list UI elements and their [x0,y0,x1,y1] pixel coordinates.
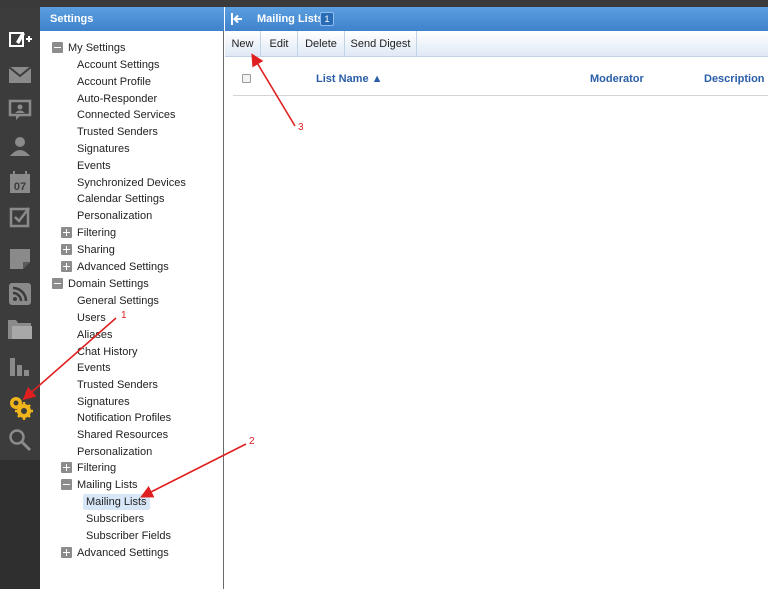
tree-item-subscribers[interactable]: Subscribers [86,511,144,527]
tree-item-signatures[interactable]: Signatures [77,141,130,157]
annotation-label-3: 3 [298,122,304,133]
rss-icon[interactable] [0,278,40,310]
main-header: Mailing Lists 1 [225,7,768,31]
tree-item-calendar-settings[interactable]: Calendar Settings [77,191,164,207]
column-header-list-name[interactable]: List Name ▲ [316,73,383,85]
tree-item-account-profile[interactable]: Account Profile [77,74,151,90]
annotation-label-1: 1 [121,310,127,321]
column-header-moderator[interactable]: Moderator [590,73,644,85]
tree-node-filtering[interactable]: Filtering [77,225,116,241]
tree-item-events[interactable]: Events [77,360,111,376]
compose-icon[interactable] [0,24,40,56]
tree-item-trusted-senders[interactable]: Trusted Senders [77,124,158,140]
tree-item-connected-services[interactable]: Connected Services [77,107,175,123]
collapse-icon[interactable] [52,278,63,289]
page-title: Mailing Lists [257,13,324,25]
collapse-icon[interactable] [61,479,72,490]
tree-item-account-settings[interactable]: Account Settings [77,57,160,73]
chat-icon[interactable] [0,94,40,126]
tree-item-chat-history[interactable]: Chat History [77,344,138,360]
tree-item-personalization[interactable]: Personalization [77,208,152,224]
expand-icon[interactable] [61,261,72,272]
tree-item-aliases[interactable]: Aliases [77,327,112,343]
settings-icon[interactable] [0,391,40,423]
tree-item-shared-resources[interactable]: Shared Resources [77,427,168,443]
tree-node-domain-settings[interactable]: Domain Settings [68,276,149,292]
mail-icon[interactable] [0,59,40,91]
tree-item-notification-profiles[interactable]: Notification Profiles [77,410,171,426]
tree-item-subscriber-fields[interactable]: Subscriber Fields [86,528,171,544]
tree-node-advanced-settings[interactable]: Advanced Settings [77,545,169,561]
tree-item-users[interactable]: Users [77,310,106,326]
calendar-day-label: 07 [14,181,26,193]
send-digest-button[interactable]: Send Digest [345,31,417,57]
app-icon-rail-footer [0,460,40,589]
expand-icon[interactable] [61,227,72,238]
collapse-icon[interactable] [52,42,63,53]
edit-button[interactable]: Edit [261,31,298,57]
tree-item-auto-responder[interactable]: Auto-Responder [77,91,157,107]
expand-icon[interactable] [61,244,72,255]
calendar-icon[interactable]: 07 [0,166,40,198]
tree-item-events[interactable]: Events [77,158,111,174]
delete-button[interactable]: Delete [298,31,345,57]
table-header: List Name ▲ Moderator Description [233,62,768,96]
tree-node-my-settings[interactable]: My Settings [68,40,125,56]
tasks-icon[interactable] [0,201,40,233]
tree-item-synchronized-devices[interactable]: Synchronized Devices [77,175,186,191]
toolbar: New Edit Delete Send Digest [225,31,768,57]
new-button[interactable]: New [225,31,261,57]
search-icon[interactable] [0,424,40,456]
tree-node-sharing[interactable]: Sharing [77,242,115,258]
collapse-panel-icon[interactable] [231,13,243,25]
tree-node-mailing-lists[interactable]: Mailing Lists [77,477,138,493]
expand-icon[interactable] [61,462,72,473]
reports-icon[interactable] [0,350,40,382]
settings-panel-title: Settings [40,7,224,31]
tree-item-signatures[interactable]: Signatures [77,394,130,410]
tree-node-advanced-settings[interactable]: Advanced Settings [77,259,169,275]
count-badge: 1 [320,12,334,26]
select-all-checkbox[interactable] [242,74,251,83]
tree-item-mailing-lists[interactable]: Mailing Lists [83,494,150,510]
tree-node-filtering[interactable]: Filtering [77,460,116,476]
expand-icon[interactable] [61,547,72,558]
notes-icon[interactable] [0,243,40,275]
tree-item-general-settings[interactable]: General Settings [77,293,159,309]
contacts-icon[interactable] [0,130,40,162]
tree-item-trusted-senders[interactable]: Trusted Senders [77,377,158,393]
documents-icon[interactable] [0,313,40,345]
top-strip [0,0,768,7]
tree-item-personalization[interactable]: Personalization [77,444,152,460]
annotation-label-2: 2 [249,436,255,447]
column-header-description[interactable]: Description [704,73,765,85]
